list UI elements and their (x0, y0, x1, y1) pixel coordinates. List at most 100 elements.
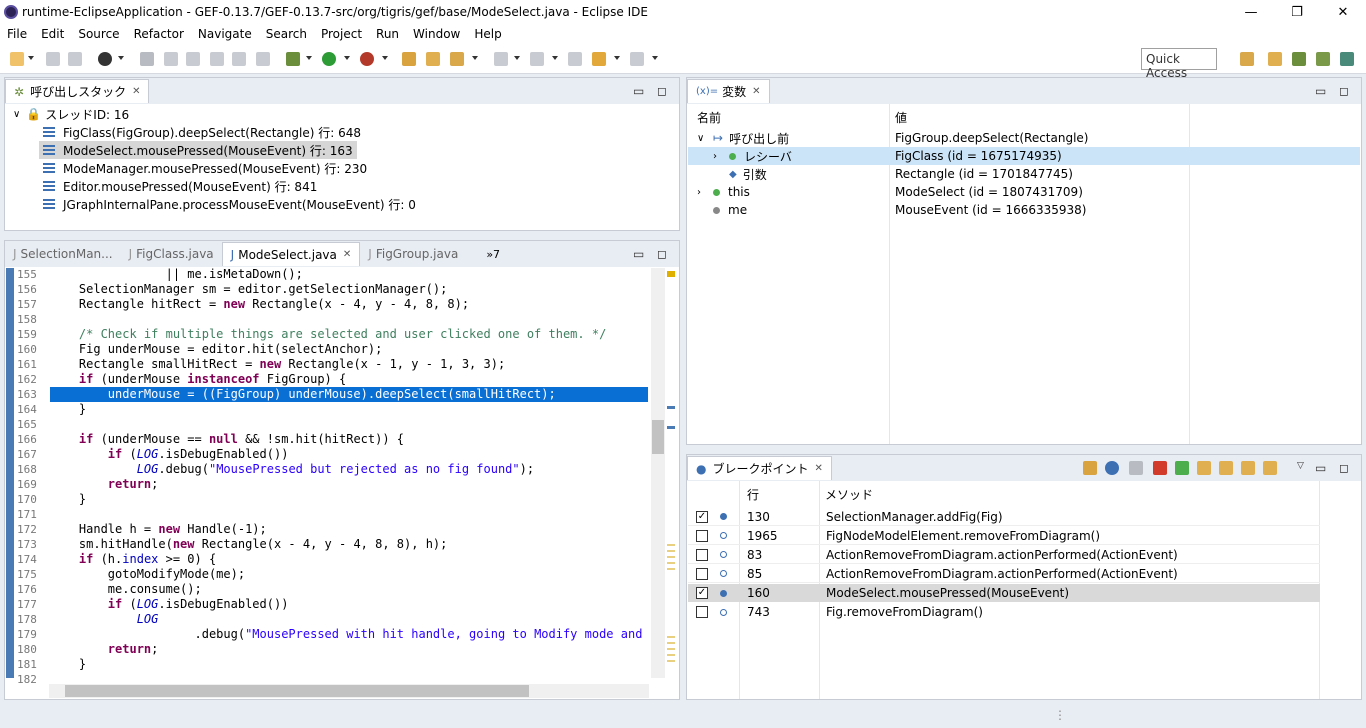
chevron-down-icon[interactable] (382, 56, 388, 60)
chevron-down-icon[interactable] (614, 56, 620, 60)
list-item[interactable]: FigClass(FigGroup).deepSelect(Rectangle)… (43, 123, 361, 141)
minimize-view-icon[interactable]: ▭ (633, 84, 644, 98)
save-all-icon[interactable] (68, 52, 82, 66)
forward-arrow-icon[interactable] (630, 52, 644, 66)
checkbox-unchecked[interactable] (696, 606, 708, 618)
menu-search[interactable]: Search (259, 27, 314, 41)
step-over-icon[interactable] (232, 52, 246, 66)
list-item[interactable]: JGraphInternalPane.processMouseEvent(Mou… (43, 195, 416, 213)
step-into-icon[interactable] (1197, 461, 1211, 475)
checkbox-checked[interactable]: ✓ (696, 510, 708, 523)
tab-call-stack[interactable]: ✲ 呼び出しスタック ✕ (5, 79, 150, 103)
close-icon[interactable]: ✕ (815, 463, 823, 474)
quick-access-input[interactable]: Quick Access (1141, 48, 1217, 80)
external-tools-icon[interactable] (360, 52, 374, 66)
chevron-down-icon[interactable] (306, 56, 312, 60)
tab-figclass[interactable]: J FigClass.java (121, 242, 222, 266)
table-row[interactable]: 83 ActionRemoveFromDiagram.actionPerform… (688, 546, 1320, 564)
stop-icon[interactable] (1153, 461, 1167, 475)
column-header-method[interactable]: メソッド (825, 485, 873, 503)
tab-overflow[interactable]: »7 (486, 248, 500, 261)
minimize-view-icon[interactable]: ▭ (1315, 84, 1326, 98)
maximize-view-icon[interactable]: ◻ (657, 247, 667, 261)
chevron-down-icon[interactable] (552, 56, 558, 60)
table-row-selected[interactable]: ✓ 160 ModeSelect.mousePressed(MouseEvent… (688, 584, 1320, 602)
menu-navigate[interactable]: Navigate (191, 27, 259, 41)
overview-marker[interactable] (667, 544, 675, 570)
table-row[interactable]: ◆ 引数 (729, 165, 767, 183)
chevron-down-icon[interactable] (514, 56, 520, 60)
chevron-right-icon[interactable]: › (697, 187, 713, 198)
tab-modeselect[interactable]: J ModeSelect.java ✕ (221, 242, 361, 266)
overview-marker[interactable] (667, 271, 675, 277)
open-folder-icon[interactable] (1083, 461, 1097, 475)
skip-breakpoints-icon[interactable] (140, 52, 154, 66)
search-icon[interactable] (450, 52, 464, 66)
scrollbar-thumb[interactable] (65, 685, 529, 697)
table-row[interactable]: 743 Fig.removeFromDiagram() (688, 603, 1320, 621)
drop-to-frame-icon[interactable] (1263, 461, 1277, 475)
menu-window[interactable]: Window (406, 27, 467, 41)
overview-marker[interactable] (667, 636, 675, 662)
list-item[interactable]: ModeSelect.mousePressed(MouseEvent) 行: 1… (39, 141, 357, 159)
checkbox-unchecked[interactable] (696, 548, 708, 561)
minimize-view-icon[interactable]: ▭ (1315, 461, 1326, 475)
checkbox-unchecked[interactable] (696, 567, 708, 580)
table-row[interactable]: me (713, 201, 747, 219)
close-button[interactable]: ✕ (1320, 0, 1366, 24)
save-icon[interactable] (46, 52, 60, 66)
restore-button[interactable]: ❐ (1274, 0, 1320, 24)
column-header-line[interactable]: 行 (747, 485, 759, 503)
chevron-down-icon[interactable] (652, 56, 658, 60)
debug-perspective-icon[interactable] (98, 52, 112, 66)
chevron-down-icon[interactable]: ∨ (697, 133, 713, 144)
list-item[interactable]: ModeManager.mousePressed(MouseEvent) 行: … (43, 159, 367, 177)
open-type-icon[interactable] (402, 52, 416, 66)
breakpoint-ruler[interactable] (6, 268, 14, 678)
chevron-down-icon[interactable]: ∨ (13, 109, 20, 120)
menu-source[interactable]: Source (71, 27, 126, 41)
checkbox-unchecked[interactable] (696, 529, 708, 542)
code-area[interactable]: || me.isMetaDown(); SelectionManager sm … (50, 267, 648, 677)
overview-marker[interactable] (667, 426, 675, 429)
step-return-icon[interactable] (1241, 461, 1255, 475)
new-file-icon[interactable] (10, 52, 24, 66)
last-edit-icon[interactable] (568, 52, 582, 66)
resume-icon[interactable] (164, 52, 178, 66)
tab-figgroup[interactable]: J FigGroup.java (360, 242, 466, 266)
table-row[interactable]: 85 ActionRemoveFromDiagram.actionPerform… (688, 565, 1320, 583)
close-icon[interactable]: ✕ (343, 249, 351, 260)
debug-icon[interactable] (286, 52, 300, 66)
minimize-button[interactable]: — (1228, 0, 1274, 24)
scrollbar-thumb[interactable] (652, 420, 664, 454)
debug-perspective-active-icon[interactable] (1316, 52, 1330, 66)
table-row[interactable]: › this (697, 183, 750, 201)
column-header-name[interactable]: 名前 (697, 108, 721, 126)
checkbox-checked[interactable]: ✓ (696, 587, 708, 599)
resume-icon[interactable] (1175, 461, 1189, 475)
minimize-view-icon[interactable]: ▭ (633, 247, 644, 261)
previous-annotation-icon[interactable] (530, 52, 544, 66)
open-perspective-icon[interactable] (1240, 52, 1254, 66)
chevron-down-icon[interactable] (472, 56, 478, 60)
back-arrow-icon[interactable] (592, 52, 606, 66)
tab-selectionmanager[interactable]: J SelectionMan... (5, 242, 121, 266)
view-menu-icon[interactable]: ▽ (1297, 461, 1304, 471)
next-annotation-icon[interactable] (494, 52, 508, 66)
resource-perspective-icon[interactable] (1268, 52, 1282, 66)
step-over-icon[interactable] (1219, 461, 1233, 475)
menu-run[interactable]: Run (369, 27, 406, 41)
git-perspective-icon[interactable] (1340, 52, 1354, 66)
list-item[interactable]: Editor.mousePressed(MouseEvent) 行: 841 (43, 177, 317, 195)
table-row[interactable]: ✓ 130 SelectionManager.addFig(Fig) (688, 508, 1320, 526)
close-icon[interactable]: ✕ (132, 86, 140, 97)
menu-refactor[interactable]: Refactor (127, 27, 191, 41)
editor-horizontal-scrollbar[interactable] (49, 684, 649, 698)
close-icon[interactable]: ✕ (752, 86, 760, 97)
editor-vertical-scrollbar[interactable] (651, 268, 665, 678)
overview-marker[interactable] (667, 406, 675, 409)
thread-row[interactable]: ∨ 🔒 スレッドID: 16 (13, 105, 129, 123)
maximize-view-icon[interactable]: ◻ (1339, 461, 1349, 475)
column-header-value[interactable]: 値 (895, 108, 907, 126)
maximize-view-icon[interactable]: ◻ (657, 84, 667, 98)
